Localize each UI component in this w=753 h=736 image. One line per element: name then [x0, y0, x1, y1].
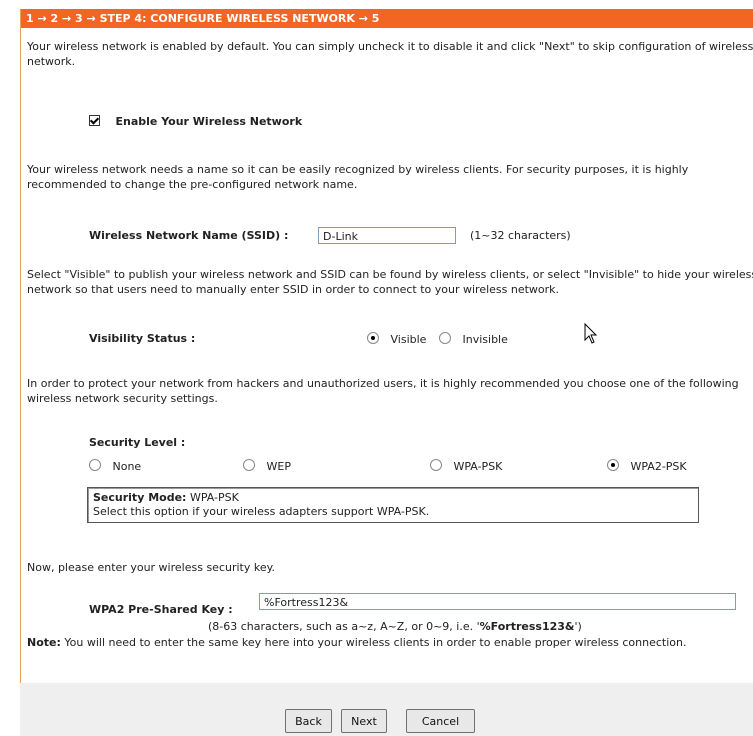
visible-radio[interactable] — [367, 332, 379, 344]
next-button[interactable]: Next — [341, 709, 387, 733]
intro-text: Your wireless network is enabled by defa… — [27, 40, 753, 68]
psk-hint-prefix: (8-63 characters, such as a~z, A~Z, or 0… — [208, 620, 480, 633]
security-mode-description: Select this option if your wireless adap… — [93, 505, 430, 518]
visibility-intro-text: Select "Visible" to publish your wireles… — [27, 268, 753, 296]
none-radio[interactable] — [89, 459, 101, 471]
psk-hint-example: %Fortress123& — [479, 620, 575, 633]
enable-wireless-checkbox[interactable] — [89, 115, 100, 126]
security-wep-option[interactable]: WEP — [243, 459, 291, 473]
cancel-button[interactable]: Cancel — [406, 709, 475, 733]
visibility-label: Visibility Status : — [89, 332, 196, 345]
back-button[interactable]: Back — [285, 709, 332, 733]
wpa2-psk-label: WPA2-PSK — [630, 460, 687, 473]
invisible-radio[interactable] — [439, 332, 451, 344]
security-wpa-psk-option[interactable]: WPA-PSK — [430, 459, 502, 473]
security-mode-value: WPA-PSK — [189, 491, 239, 504]
enable-wireless-label: Enable Your Wireless Network — [115, 115, 303, 128]
note-body: You will need to enter the same key here… — [64, 636, 687, 649]
security-mode-title: Security Mode: — [93, 491, 187, 504]
wizard-panel: 1 → 2 → 3 → STEP 4: CONFIGURE WIRELESS N… — [20, 9, 753, 684]
security-wpa2-psk-option[interactable]: WPA2-PSK — [607, 459, 687, 473]
psk-input[interactable]: %Fortress123& — [259, 593, 736, 610]
psk-hint: (8-63 characters, such as a~z, A~Z, or 0… — [208, 620, 582, 633]
wpa2-psk-radio[interactable] — [607, 459, 619, 471]
mouse-pointer-icon — [584, 323, 598, 344]
note-text: Note: You will need to enter the same ke… — [27, 635, 753, 650]
ssid-label: Wireless Network Name (SSID) : — [89, 229, 289, 242]
key-intro-text: Now, please enter your wireless security… — [27, 561, 276, 574]
psk-hint-suffix: ') — [574, 620, 582, 633]
none-label: None — [112, 460, 142, 473]
wep-label: WEP — [266, 460, 291, 473]
security-intro-text: In order to protect your network from ha… — [27, 377, 739, 405]
security-mode-box: Security Mode: WPA-PSK Select this optio… — [87, 487, 699, 523]
visibility-visible-option[interactable]: Visible — [367, 332, 426, 346]
ssid-input[interactable]: D-Link — [318, 227, 456, 244]
psk-label: WPA2 Pre-Shared Key : — [89, 603, 233, 616]
security-level-label: Security Level : — [89, 436, 186, 449]
visible-label: Visible — [390, 333, 427, 346]
ssid-intro-text: Your wireless network needs a name so it… — [27, 163, 689, 191]
visibility-invisible-option[interactable]: Invisible — [439, 332, 508, 346]
wep-radio[interactable] — [243, 459, 255, 471]
note-label: Note: — [27, 636, 61, 649]
wpa-psk-radio[interactable] — [430, 459, 442, 471]
button-bar: Back Next Cancel — [20, 683, 753, 736]
wpa-psk-label: WPA-PSK — [453, 460, 503, 473]
ssid-hint: (1~32 characters) — [470, 229, 571, 242]
invisible-label: Invisible — [462, 333, 508, 346]
wizard-step-header: 1 → 2 → 3 → STEP 4: CONFIGURE WIRELESS N… — [21, 9, 753, 28]
security-none-option[interactable]: None — [89, 459, 141, 473]
enable-wireless-row[interactable]: Enable Your Wireless Network — [89, 115, 302, 128]
